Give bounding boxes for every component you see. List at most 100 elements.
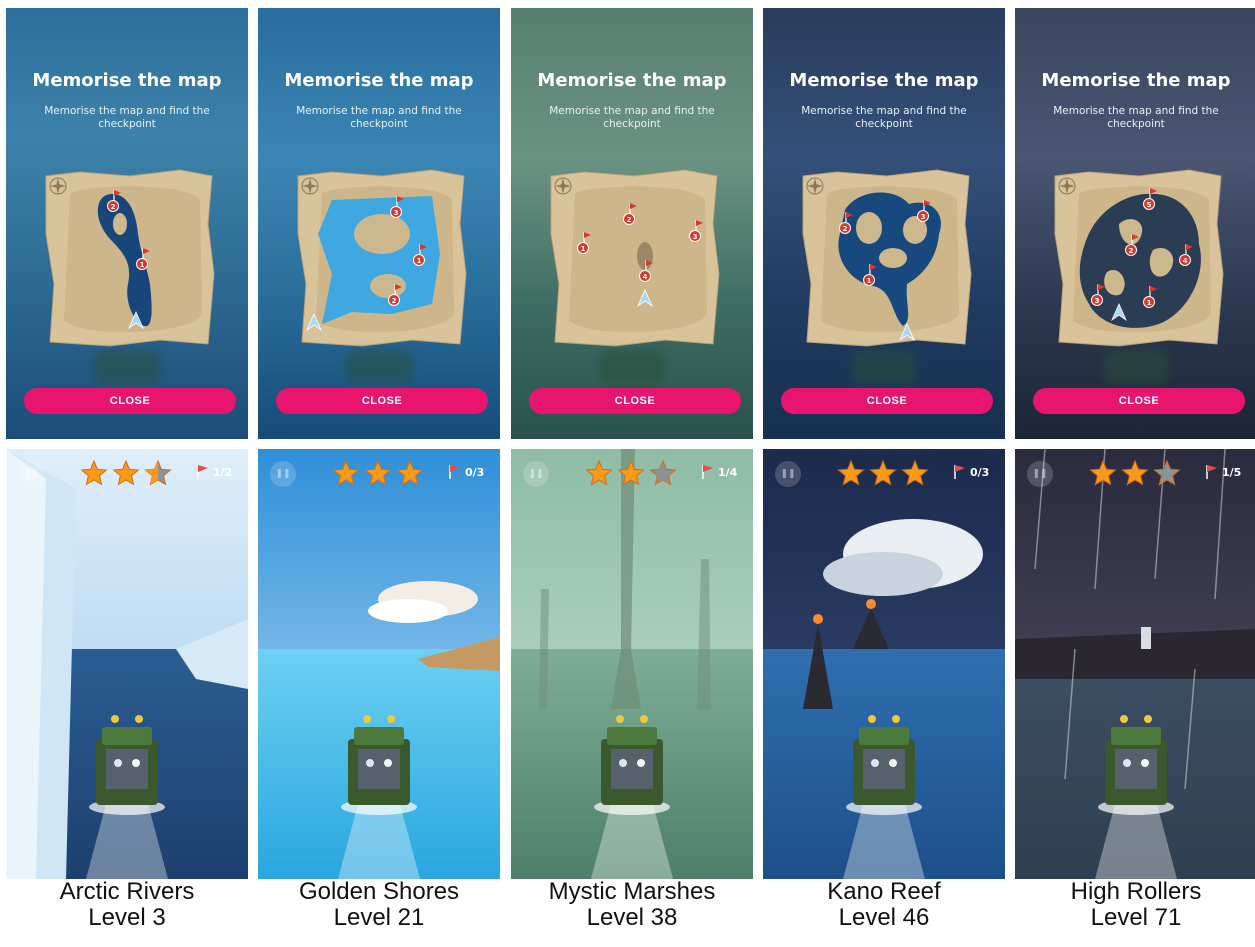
map-container: 2 3 1 (797, 164, 973, 350)
treasure-map: 21 (45, 169, 215, 347)
pause-button[interactable]: ❚❚ (18, 461, 44, 487)
checkpoint-count: 1/5 (1222, 465, 1242, 479)
checkpoint-number: 2 (843, 225, 848, 233)
checkpoint-number: 1 (140, 261, 145, 269)
checkpoint-number: 3 (394, 209, 399, 217)
pause-button[interactable]: ❚❚ (775, 461, 801, 487)
star-icon (649, 459, 677, 486)
compass-icon (554, 177, 572, 195)
stars-container (837, 459, 933, 489)
checkpoint-counter: 0/3 (448, 463, 484, 481)
level-caption: Kano Reef Level 46 (763, 879, 1005, 931)
checkpoint-number: 1 (581, 245, 586, 253)
treasure-map: 2 3 1 (802, 169, 972, 347)
compass-icon (301, 177, 319, 195)
star-icon (396, 459, 424, 486)
star-rating (585, 459, 677, 486)
game-scene (258, 449, 500, 879)
checkpoint-counter: 0/3 (953, 463, 989, 481)
level-number: Level 38 (586, 904, 678, 931)
compass-icon (806, 177, 824, 195)
world-name: Golden Shores (298, 878, 460, 905)
stars-container (80, 459, 176, 489)
star-icon (1089, 459, 1117, 486)
checkpoint-count: 0/3 (970, 465, 990, 479)
star-icon (837, 459, 865, 486)
flag-icon (197, 465, 208, 479)
blurred-boat (346, 350, 412, 384)
level-number: Level 3 (88, 904, 166, 931)
dialog-title: Memorise the map (1041, 70, 1231, 91)
world-name: Arctic Rivers (59, 878, 195, 905)
memorise-map-dialog: Memorise the map Memorise the map and fin… (1015, 8, 1255, 439)
checkpoint-number: 2 (1129, 247, 1134, 255)
star-icon (617, 459, 645, 486)
checkpoint-number: 4 (1183, 257, 1188, 265)
pause-button[interactable]: ❚❚ (270, 461, 296, 487)
pause-icon: ❚❚ (780, 469, 796, 479)
checkpoint-counter: 1/4 (701, 463, 737, 481)
close-button[interactable]: CLOSE (781, 388, 993, 414)
pause-icon: ❚❚ (1032, 469, 1048, 479)
close-button[interactable]: CLOSE (529, 388, 741, 414)
checkpoint-counter: 1/5 (1205, 463, 1241, 481)
star-icon (80, 459, 108, 486)
star-icon (585, 459, 613, 486)
checkpoint-number: 1 (867, 277, 872, 285)
star-rating (80, 459, 172, 486)
close-button[interactable]: CLOSE (276, 388, 488, 414)
pause-button[interactable]: ❚❚ (523, 461, 549, 487)
close-button[interactable]: CLOSE (24, 388, 236, 414)
blurred-boat (1103, 350, 1169, 384)
scene (1015, 449, 1255, 879)
gameplay-screen: ❚❚ 0/3 (763, 449, 1005, 879)
gameplay-screen: ❚❚ 1/5 (1015, 449, 1255, 879)
flag-icon (1206, 465, 1217, 479)
level-number: Level 71 (1090, 904, 1182, 931)
dialog-title: Memorise the map (537, 70, 727, 91)
checkpoint-count: 1/4 (718, 465, 738, 479)
dialog-subtitle: Memorise the map and find the checkpoint (549, 105, 715, 130)
star-icon (901, 459, 929, 486)
memorise-map-dialog: Memorise the map Memorise the map and fin… (511, 8, 753, 439)
checkpoint-number: 3 (1095, 297, 1100, 305)
level-caption: Arctic Rivers Level 3 (6, 879, 248, 931)
scene (511, 449, 753, 879)
star-icon (1121, 459, 1149, 486)
flag-icon (702, 465, 713, 479)
checkpoint-count: 1/2 (213, 465, 233, 479)
blurred-boat (851, 350, 917, 384)
scene (763, 449, 1005, 879)
game-scene (6, 449, 248, 879)
memorise-map-dialog: Memorise the map Memorise the map and fin… (258, 8, 500, 439)
checkpoint-number: 1 (1147, 299, 1152, 307)
memorise-map-dialog: Memorise the map Memorise the map and fin… (763, 8, 1005, 439)
star-icon (332, 459, 360, 486)
compass-icon (49, 177, 67, 195)
pause-icon: ❚❚ (23, 469, 39, 479)
treasure-map: 5 2 4 3 1 (1054, 169, 1224, 347)
checkpoint-number: 4 (643, 273, 648, 281)
level-caption: Mystic Marshes Level 38 (511, 879, 753, 931)
level-caption: Golden Shores Level 21 (258, 879, 500, 931)
checkpoint-number: 1 (417, 257, 422, 265)
map-container: 21 (40, 164, 216, 350)
game-scene (763, 449, 1005, 879)
world-name: Mystic Marshes (548, 878, 716, 905)
pause-icon: ❚❚ (275, 469, 291, 479)
dialog-title: Memorise the map (284, 70, 474, 91)
pause-button[interactable]: ❚❚ (1027, 461, 1053, 487)
level-number: Level 21 (333, 904, 425, 931)
checkpoint-count: 0/3 (465, 465, 485, 479)
star-rating (837, 459, 929, 486)
checkpoint-number: 3 (693, 233, 698, 241)
gameplay-screen: ❚❚ 0/3 (258, 449, 500, 879)
dialog-subtitle: Memorise the map and find the checkpoint (1053, 105, 1219, 130)
close-button[interactable]: CLOSE (1033, 388, 1245, 414)
flag-icon (954, 465, 965, 479)
map-container: 5 2 4 3 1 (1049, 164, 1225, 350)
checkpoint-counter: 1/2 (196, 463, 232, 481)
checkpoint-number: 5 (1147, 201, 1152, 209)
compass-icon (1058, 177, 1076, 195)
world-name: Kano Reef (827, 878, 941, 905)
